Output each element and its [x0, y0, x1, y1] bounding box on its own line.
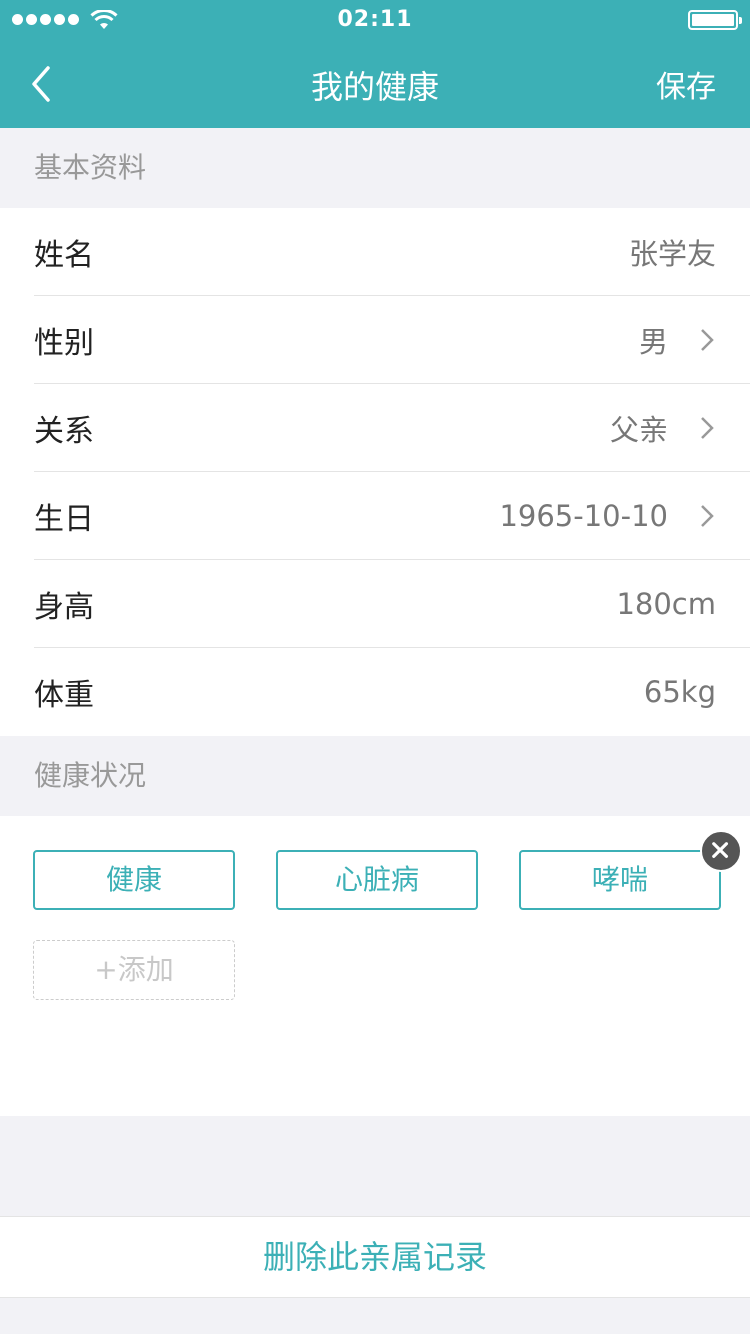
row-gender[interactable]: 性别 男 — [34, 296, 750, 384]
row-birthday[interactable]: 生日 1965-10-10 — [34, 472, 750, 560]
row-label: 身高 — [34, 589, 94, 625]
row-weight[interactable]: 体重 65kg — [34, 648, 750, 736]
status-time: 02:11 — [337, 7, 413, 32]
top-bar: 02:11 我的健康 保存 — [0, 0, 750, 128]
health-tags-area: 健康 心脏病 哮喘 +添加 — [0, 816, 750, 1116]
row-value-wrap: 180cm — [616, 587, 750, 621]
row-name[interactable]: 姓名 张学友 — [34, 208, 750, 296]
row-value-wrap: 男 — [639, 319, 750, 361]
status-bar: 02:11 — [0, 0, 750, 40]
save-button[interactable]: 保存 — [656, 62, 716, 106]
row-value: 父亲 — [609, 412, 668, 447]
chevron-right-icon — [701, 504, 714, 527]
row-height[interactable]: 身高 180cm — [34, 560, 750, 648]
add-tag-button[interactable]: +添加 — [33, 940, 235, 1000]
row-label: 关系 — [34, 413, 94, 449]
row-label: 性别 — [34, 325, 94, 361]
chevron-right-icon — [701, 328, 714, 351]
section-header-health: 健康状况 — [34, 759, 147, 792]
row-value: 张学友 — [628, 236, 716, 271]
page-title: 我的健康 — [310, 68, 439, 106]
row-value: 男 — [638, 324, 668, 359]
row-value-wrap: 65kg — [644, 675, 750, 709]
row-relation[interactable]: 关系 父亲 — [34, 384, 750, 472]
row-value: 180cm — [616, 586, 716, 621]
health-tag[interactable]: 哮喘 — [519, 850, 721, 910]
row-label: 生日 — [34, 501, 94, 537]
section-header-basic-info: 基本资料 — [34, 151, 147, 184]
row-value-wrap: 父亲 — [610, 407, 750, 449]
row-label: 体重 — [34, 678, 94, 713]
chevron-right-icon — [701, 416, 714, 439]
delete-relative-button[interactable]: 删除此亲属记录 — [0, 1216, 750, 1298]
row-label: 姓名 — [34, 237, 94, 273]
health-tag[interactable]: 健康 — [33, 850, 235, 910]
health-tag[interactable]: 心脏病 — [276, 850, 478, 910]
row-value: 65kg — [643, 675, 716, 709]
row-value: 1965-10-10 — [499, 498, 668, 533]
row-value-wrap: 1965-10-10 — [499, 499, 750, 533]
row-value-wrap: 张学友 — [629, 231, 750, 273]
battery-icon — [688, 10, 742, 30]
nav-bar: 我的健康 保存 — [0, 40, 750, 128]
basic-info-list: 姓名 张学友 性别 男 关系 父亲 生日 1965-10-10 身高 180cm… — [0, 208, 750, 736]
close-circle-icon[interactable] — [700, 830, 742, 872]
